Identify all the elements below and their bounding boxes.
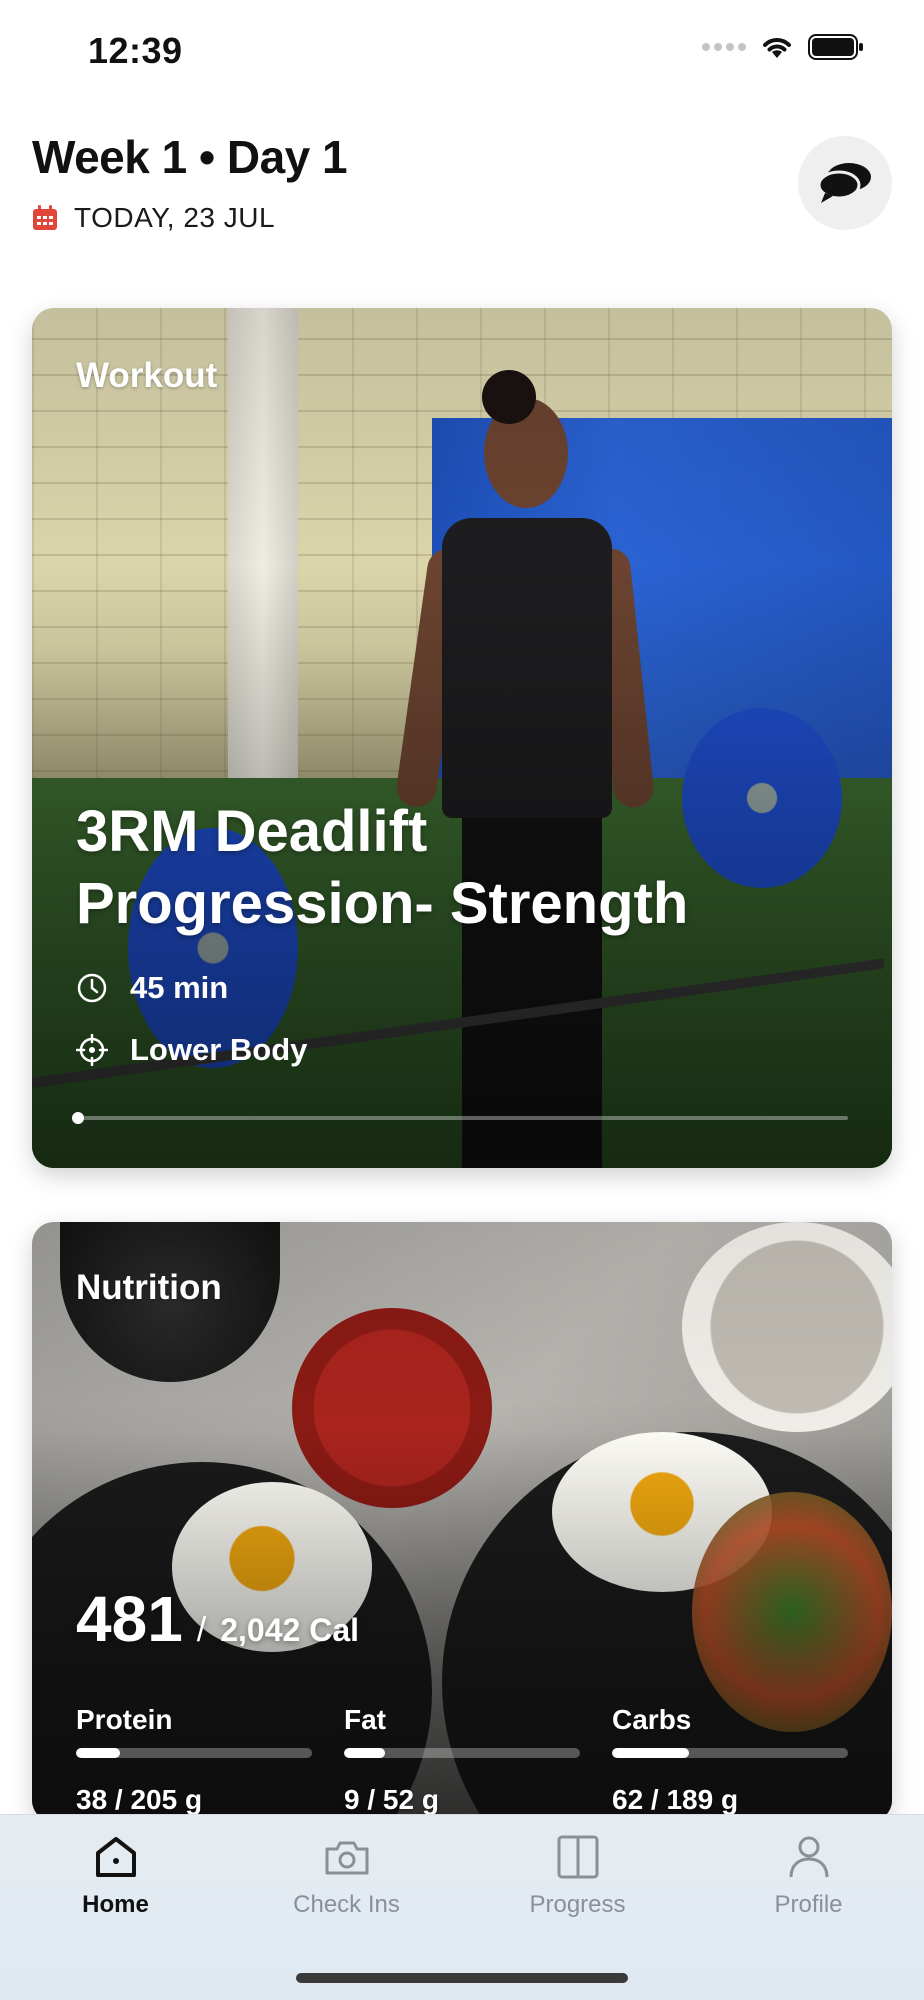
- tab-progress[interactable]: Progress: [462, 1833, 693, 1919]
- macro-value: 9 / 52 g: [344, 1784, 439, 1815]
- macro-name: Fat: [344, 1704, 386, 1735]
- macro-bar: [76, 1748, 312, 1758]
- macro-bar-fill: [612, 1748, 690, 1758]
- workout-progress: [72, 1112, 848, 1124]
- macro-value: 38 / 205 g: [76, 1784, 203, 1815]
- chat-bubbles-icon: [817, 163, 871, 203]
- macro-bar-fill: [76, 1748, 120, 1758]
- macro-name: Carbs: [612, 1704, 692, 1735]
- workout-body-area: Lower Body: [76, 1032, 307, 1068]
- tab-profile[interactable]: Profile: [693, 1833, 924, 1919]
- camera-icon: [325, 1841, 368, 1875]
- macro-name: Protein: [76, 1704, 173, 1735]
- workout-duration: 45 min: [76, 970, 228, 1006]
- tab-label: Progress: [529, 1891, 626, 1918]
- macro-protein: Protein 38 / 205 g: [76, 1704, 344, 1816]
- date-row: TODAY, 23 JUL: [32, 202, 275, 234]
- tab-bar: Home Check Ins Progress Profile: [0, 1814, 924, 2000]
- calories-separator: /: [196, 1611, 207, 1649]
- macro-bar-fill: [344, 1748, 385, 1758]
- workout-title: 3RM Deadlift Progression- Strength: [76, 796, 866, 940]
- target-icon: [76, 1034, 108, 1066]
- day-header: Week 1 • Day 1 TODAY, 23 JUL: [32, 130, 892, 250]
- workout-title-line1: 3RM Deadlift: [76, 799, 428, 864]
- clock-icon: [77, 973, 107, 1003]
- duration-text: 45 min: [130, 970, 229, 1005]
- tab-label: Home: [82, 1891, 149, 1918]
- status-bar: 12:39: [0, 0, 924, 100]
- tab-home[interactable]: Home: [0, 1833, 231, 1919]
- person-icon: [789, 1836, 828, 1878]
- status-icons: [702, 34, 864, 60]
- macro-bar: [344, 1748, 580, 1758]
- status-time: 12:39: [88, 30, 183, 71]
- home-indicator: [296, 1973, 628, 1983]
- workout-title-line2: Progression- Strength: [76, 871, 689, 936]
- workout-card[interactable]: Workout 3RM Deadlift Progression- Streng…: [32, 308, 892, 1168]
- calorie-summary: 481 / 2,042 Cal: [76, 1582, 359, 1656]
- tab-label: Profile: [774, 1891, 843, 1918]
- calories-target: 2,042 Cal: [220, 1612, 359, 1648]
- date-label: TODAY, 23 JUL: [74, 202, 276, 233]
- macro-fat: Fat 9 / 52 g: [344, 1704, 612, 1816]
- workout-label: Workout: [76, 356, 218, 395]
- chat-button[interactable]: [798, 136, 892, 230]
- tab-check-ins[interactable]: Check Ins: [231, 1833, 462, 1919]
- nutrition-card[interactable]: Nutrition 481 / 2,042 Cal Protein 38 / 2…: [32, 1222, 892, 1822]
- macro-value: 62 / 189 g: [612, 1784, 739, 1815]
- page-title: Week 1 • Day 1: [32, 131, 348, 183]
- compare-icon: [557, 1835, 598, 1879]
- macro-bar: [612, 1748, 848, 1758]
- home-icon: [95, 1837, 136, 1877]
- workout-progress-dot: [72, 1112, 84, 1124]
- tab-label: Check Ins: [293, 1891, 400, 1918]
- macros-row: Protein 38 / 205 g Fat 9 / 52 g Carbs 62…: [76, 1704, 848, 1816]
- battery-icon: [808, 34, 863, 60]
- calories-consumed: 481: [76, 1583, 183, 1655]
- wifi-icon: [763, 38, 791, 58]
- calendar-icon: [33, 205, 57, 230]
- signal-icon: [702, 43, 746, 51]
- macro-carbs: Carbs 62 / 189 g: [612, 1704, 848, 1816]
- body-area-text: Lower Body: [130, 1032, 308, 1067]
- nutrition-label: Nutrition: [76, 1268, 222, 1307]
